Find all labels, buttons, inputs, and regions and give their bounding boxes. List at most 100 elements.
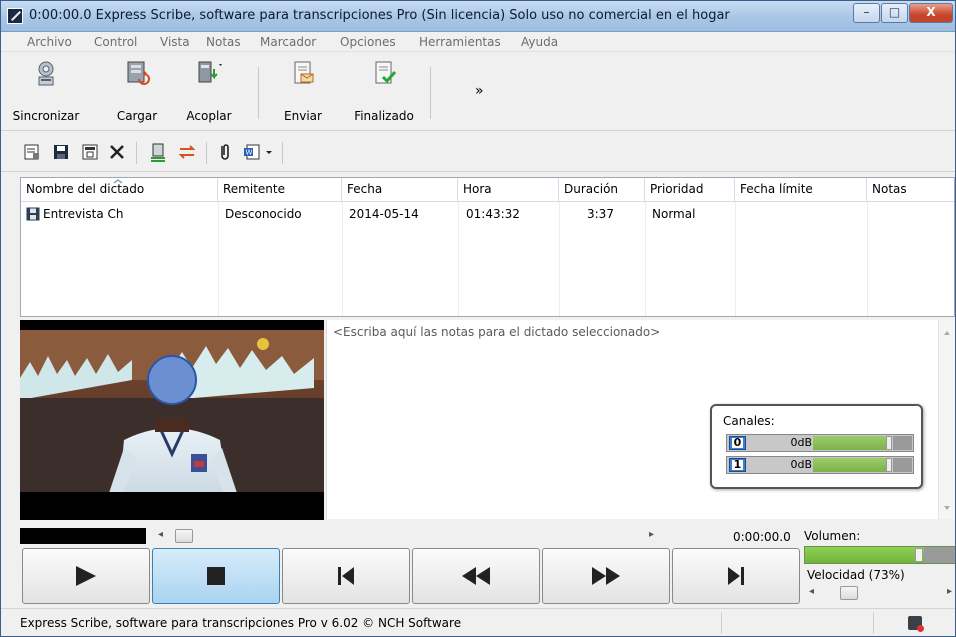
toolbar-separator <box>430 67 431 119</box>
seek-scrollbar[interactable]: ◂ ▸ <box>151 528 656 544</box>
speed-thumb[interactable] <box>840 586 858 600</box>
toolbar-separator <box>258 67 259 119</box>
channel-level-thumb[interactable] <box>886 458 892 472</box>
properties-icon[interactable] <box>22 142 42 162</box>
column-header-priority[interactable]: Prioridad <box>645 178 735 202</box>
channel-level-thumb[interactable] <box>886 436 892 450</box>
load-label: Cargar <box>116 109 158 123</box>
toolbar-separator <box>282 142 283 164</box>
scroll-right-icon[interactable]: ▸ <box>649 529 654 540</box>
seek-thumb[interactable] <box>175 529 193 543</box>
done-label: Finalizado <box>354 109 414 123</box>
menu-control[interactable]: Control <box>94 35 137 49</box>
close-button[interactable]: X <box>909 3 953 23</box>
notes-placeholder: <Escriba aquí las notas para el dictado … <box>333 325 661 339</box>
scroll-right-icon[interactable]: ▸ <box>947 586 952 597</box>
channel-db: 0dB <box>790 436 812 449</box>
video-file-icon <box>26 207 40 221</box>
rewind-button[interactable] <box>412 548 540 604</box>
column-header-date[interactable]: Fecha <box>342 178 458 202</box>
sort-ascending-icon <box>113 179 123 184</box>
video-preview[interactable] <box>20 320 324 520</box>
sync-label: Sincronizar <box>12 109 80 123</box>
waveform-strip[interactable] <box>20 528 146 544</box>
status-text: Express Scribe, software para transcripc… <box>20 616 462 630</box>
done-icon <box>375 61 397 84</box>
fast-forward-button[interactable] <box>542 548 670 604</box>
cell-sender: Desconocido <box>225 207 302 221</box>
column-header-notes[interactable]: Notas <box>867 178 954 202</box>
skip-end-icon <box>728 567 744 585</box>
column-header-duration[interactable]: Duración <box>559 178 645 202</box>
speed-slider[interactable]: ◂ ▸ <box>804 585 955 601</box>
scroll-left-icon[interactable]: ◂ <box>809 586 814 597</box>
status-divider <box>873 612 874 634</box>
table-row[interactable]: Entrevista Ch Desconocido 2014-05-14 01:… <box>21 203 954 225</box>
send-button[interactable]: Enviar <box>271 57 335 127</box>
jump-to-end-button[interactable] <box>672 548 800 604</box>
volume-slider[interactable] <box>804 546 955 564</box>
cell-priority: Normal <box>652 207 696 221</box>
minimize-button[interactable]: – <box>853 3 880 23</box>
menu-marcador[interactable]: Marcador <box>260 35 316 49</box>
channel-number[interactable]: 1 <box>729 458 746 472</box>
menu-herramientas[interactable]: Herramientas <box>419 35 501 49</box>
title-bar[interactable]: 0:00:00.0 Express Scribe, software para … <box>1 1 955 32</box>
toolbar-separator <box>206 142 207 164</box>
skip-start-icon <box>338 567 354 585</box>
volume-thumb[interactable] <box>915 548 923 562</box>
channel-number[interactable]: 0 <box>729 436 746 450</box>
toolbar-more-button[interactable]: » <box>475 83 484 99</box>
scroll-left-icon[interactable]: ◂ <box>158 529 163 540</box>
save-icon[interactable] <box>51 142 71 162</box>
dock-button[interactable]: Acoplar <box>177 57 241 127</box>
stop-icon <box>207 567 225 585</box>
column-header-sender[interactable]: Remitente <box>218 178 342 202</box>
menu-ayuda[interactable]: Ayuda <box>521 35 558 49</box>
template-icon[interactable] <box>80 142 100 162</box>
playback-time: 0:00:00.0 <box>733 530 791 544</box>
app-icon[interactable] <box>7 8 23 24</box>
status-divider <box>721 612 722 634</box>
volume-remaining <box>924 547 955 563</box>
scroll-up-icon[interactable] <box>943 330 951 336</box>
menu-archivo[interactable]: Archivo <box>27 35 72 49</box>
scroll-down-icon[interactable] <box>943 505 951 511</box>
attachment-icon[interactable] <box>215 142 235 162</box>
done-button[interactable]: Finalizado <box>344 57 424 127</box>
channels-panel: Canales: 0 0dB 1 0dB <box>710 404 923 489</box>
dictation-list[interactable]: Nombre del dictado Remitente Fecha Hora … <box>20 177 955 317</box>
menu-notas[interactable]: Notas <box>206 35 241 49</box>
delete-icon[interactable] <box>107 142 127 162</box>
swap-icon[interactable] <box>177 142 197 162</box>
menu-opciones[interactable]: Opciones <box>340 35 396 49</box>
play-icon <box>76 566 96 586</box>
column-header-time[interactable]: Hora <box>458 178 559 202</box>
video-frame <box>20 320 324 520</box>
notes-scrollbar[interactable] <box>938 320 955 519</box>
word-document-icon[interactable]: W <box>242 142 262 162</box>
recording-icon[interactable] <box>908 616 924 632</box>
column-header-due-date[interactable]: Fecha límite <box>735 178 867 202</box>
sync-button[interactable]: Sincronizar <box>3 57 89 127</box>
stop-button[interactable] <box>152 548 280 604</box>
fast-forward-icon <box>592 567 620 585</box>
send-label: Enviar <box>284 109 322 123</box>
chevron-down-icon[interactable] <box>263 142 275 162</box>
cell-duration: 3:37 <box>587 207 614 221</box>
load-button[interactable]: Cargar <box>109 57 165 127</box>
transfer-icon[interactable] <box>148 142 168 162</box>
menu-vista[interactable]: Vista <box>160 35 190 49</box>
channels-title: Canales: <box>723 414 775 428</box>
channel-level-bar <box>813 458 892 472</box>
channel-row[interactable]: 0 0dB <box>726 434 914 452</box>
jump-to-start-button[interactable] <box>282 548 410 604</box>
channel-row[interactable]: 1 0dB <box>726 456 914 474</box>
play-button[interactable] <box>22 548 150 604</box>
volume-label: Volumen: <box>804 529 861 543</box>
maximize-button[interactable]: □ <box>881 3 908 23</box>
secondary-toolbar: W <box>1 132 955 172</box>
load-icon <box>127 61 150 85</box>
send-icon <box>294 61 314 84</box>
channel-number-label: 1 <box>732 458 743 471</box>
